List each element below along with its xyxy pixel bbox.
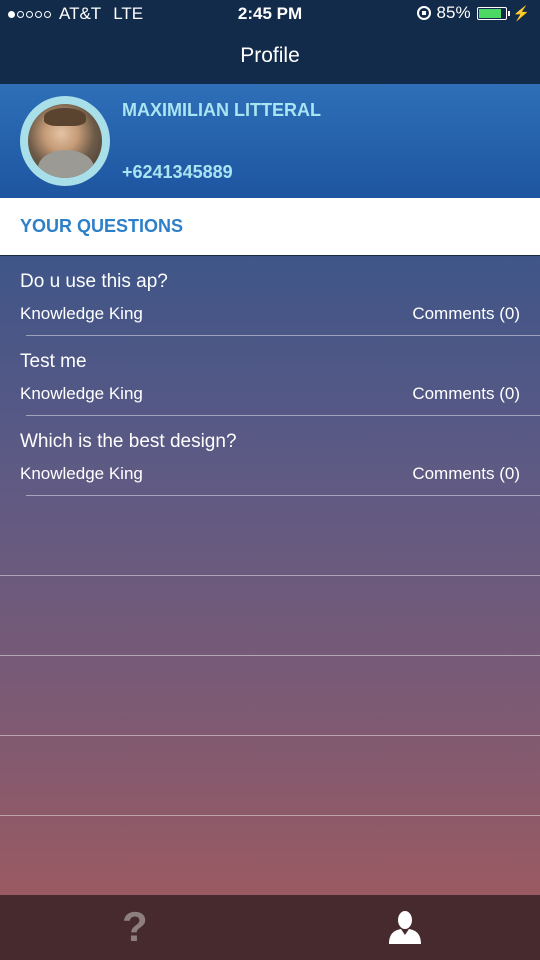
avatar-hair: [44, 108, 86, 126]
comments-link[interactable]: Comments (0): [412, 384, 520, 404]
status-bar: AT&T LTE 2:45 PM 85% ⚡: [0, 0, 540, 28]
empty-row: [0, 736, 540, 816]
question-author: Knowledge King: [20, 384, 143, 403]
question-icon: ?: [122, 903, 148, 950]
status-right: 85% ⚡: [416, 3, 530, 23]
profile-phone: +6241345889: [122, 162, 233, 182]
charging-bolt-icon: ⚡: [512, 5, 530, 21]
empty-row: [0, 656, 540, 736]
empty-row: [0, 496, 540, 576]
battery-fill: [478, 8, 501, 18]
battery-percent: 85%: [436, 3, 471, 22]
comments-link[interactable]: Comments (0): [412, 304, 520, 324]
empty-row: [0, 576, 540, 656]
question-title: Which is the best design?: [20, 431, 237, 452]
question-row[interactable]: Test me Knowledge King Comments (0): [0, 336, 540, 416]
question-title: Test me: [20, 351, 87, 372]
section-title: YOUR QUESTIONS: [20, 216, 184, 236]
profile-icon: [389, 911, 421, 944]
avatar-shirt: [38, 150, 94, 178]
profile-name: MAXIMILIAN LITTERAL: [122, 100, 321, 120]
avatar[interactable]: [20, 96, 110, 186]
question-author: Knowledge King: [20, 304, 143, 323]
avatar-photo: [28, 104, 102, 178]
tab-bar: ?: [0, 895, 540, 960]
tab-profile[interactable]: [270, 895, 540, 960]
question-author: Knowledge King: [20, 464, 143, 483]
section-header: YOUR QUESTIONS: [0, 198, 540, 255]
battery-cap: [507, 10, 510, 16]
questions-list: Do u use this ap? Knowledge King Comment…: [0, 256, 540, 895]
rotation-lock-icon: [416, 6, 431, 20]
empty-row: [0, 816, 540, 896]
profile-header: MAXIMILIAN LITTERAL +6241345889: [0, 84, 540, 198]
page-title: Profile: [240, 44, 300, 67]
tab-questions[interactable]: ?: [0, 895, 270, 960]
question-title: Do u use this ap?: [20, 271, 168, 292]
nav-bar: Profile: [0, 28, 540, 84]
battery-icon: [476, 6, 510, 20]
question-row[interactable]: Do u use this ap? Knowledge King Comment…: [0, 256, 540, 336]
question-row[interactable]: Which is the best design? Knowledge King…: [0, 416, 540, 496]
comments-link[interactable]: Comments (0): [412, 464, 520, 484]
